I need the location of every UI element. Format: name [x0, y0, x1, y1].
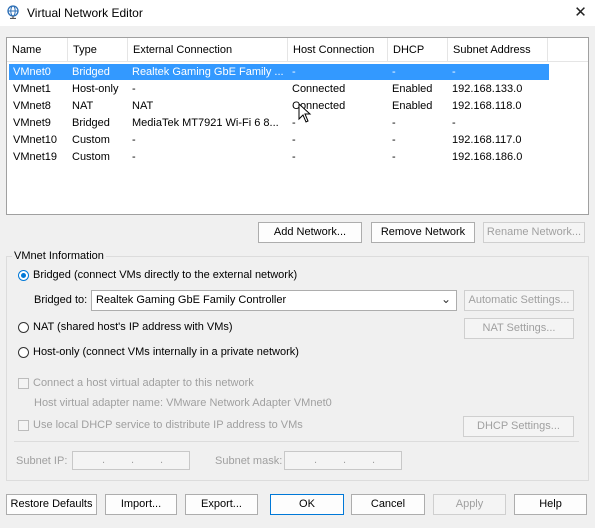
- automatic-settings-button[interactable]: Automatic Settings...: [464, 290, 574, 311]
- cell-external: Realtek Gaming GbE Family ...: [132, 66, 284, 78]
- cell-type: Custom: [72, 151, 110, 163]
- cell-type: Host-only: [72, 83, 119, 95]
- help-button[interactable]: Help: [514, 494, 587, 515]
- nat-radio[interactable]: [18, 322, 29, 333]
- ok-button[interactable]: OK: [270, 494, 344, 515]
- subnet-mask-field[interactable]: . . .: [284, 451, 402, 470]
- cell-dhcp: Enabled: [392, 100, 433, 112]
- cell-name: VMnet1: [13, 83, 51, 95]
- cell-host: -: [292, 66, 296, 78]
- cancel-button[interactable]: Cancel: [351, 494, 425, 515]
- dhcp-checkbox[interactable]: [18, 420, 29, 431]
- apply-button[interactable]: Apply: [433, 494, 506, 515]
- restore-defaults-button[interactable]: Restore Defaults: [6, 494, 97, 515]
- import-button[interactable]: Import...: [105, 494, 177, 515]
- cell-dhcp: -: [392, 134, 396, 146]
- cell-host: -: [292, 151, 296, 163]
- cell-dhcp: -: [392, 151, 396, 163]
- nat-settings-button[interactable]: NAT Settings...: [464, 318, 574, 339]
- table-row[interactable]: VMnet0 Bridged Realtek Gaming GbE Family…: [9, 64, 549, 80]
- bridged-label[interactable]: Bridged (connect VMs directly to the ext…: [33, 269, 297, 281]
- cell-subnet: 192.168.186.0: [452, 151, 523, 163]
- subnet-ip-field[interactable]: . . .: [72, 451, 190, 470]
- table-row[interactable]: VMnet10 Custom - - - 192.168.117.0: [9, 132, 549, 148]
- add-network-button[interactable]: Add Network...: [258, 222, 362, 243]
- separator: [14, 441, 579, 442]
- cell-dhcp: -: [392, 66, 396, 78]
- connect-adapter-label[interactable]: Connect a host virtual adapter to this n…: [33, 377, 254, 389]
- globe-network-icon: [7, 5, 19, 19]
- column-header-subnet[interactable]: Subnet Address: [448, 38, 548, 62]
- bridged-radio[interactable]: [18, 270, 29, 281]
- cell-external: NAT: [132, 100, 154, 112]
- group-title: VMnet Information: [12, 250, 106, 262]
- subnet-mask-label: Subnet mask:: [215, 455, 283, 467]
- cell-subnet: 192.168.133.0: [452, 83, 523, 95]
- cell-dhcp: -: [392, 117, 396, 129]
- close-button[interactable]: ✕: [566, 0, 595, 26]
- cell-name: VMnet10: [13, 134, 58, 146]
- bridged-to-select[interactable]: Realtek Gaming GbE Family Controller ⌄: [91, 290, 457, 311]
- cell-name: VMnet19: [13, 151, 58, 163]
- cell-subnet: 192.168.118.0: [452, 100, 522, 112]
- rename-network-button[interactable]: Rename Network...: [483, 222, 585, 243]
- cell-dhcp: Enabled: [392, 83, 433, 95]
- column-header-external[interactable]: External Connection: [128, 38, 288, 62]
- bridged-to-label: Bridged to:: [34, 294, 88, 306]
- column-header-host[interactable]: Host Connection: [288, 38, 388, 62]
- nat-label[interactable]: NAT (shared host's IP address with VMs): [33, 321, 233, 333]
- cell-type: Bridged: [72, 66, 110, 78]
- bridged-to-value: Realtek Gaming GbE Family Controller: [96, 294, 287, 306]
- column-header-type[interactable]: Type: [68, 38, 128, 62]
- table-row[interactable]: VMnet19 Custom - - - 192.168.186.0: [9, 149, 549, 165]
- cell-external: MediaTek MT7921 Wi-Fi 6 8...: [132, 117, 279, 129]
- table-row[interactable]: VMnet1 Host-only - Connected Enabled 192…: [9, 81, 549, 97]
- cell-type: Custom: [72, 134, 110, 146]
- table-row[interactable]: VMnet8 NAT NAT Connected Enabled 192.168…: [9, 98, 549, 114]
- dhcp-label[interactable]: Use local DHCP service to distribute IP …: [33, 419, 303, 431]
- host-only-label[interactable]: Host-only (connect VMs internally in a p…: [33, 346, 299, 358]
- list-header: Name Type External Connection Host Conne…: [7, 38, 588, 62]
- window-title: Virtual Network Editor: [27, 6, 143, 20]
- cell-type: NAT: [72, 100, 94, 112]
- subnet-ip-label: Subnet IP:: [16, 455, 68, 467]
- column-header-dhcp[interactable]: DHCP: [388, 38, 448, 62]
- cell-external: -: [132, 151, 136, 163]
- cell-type: Bridged: [72, 117, 110, 129]
- cell-subnet: -: [452, 117, 456, 129]
- table-row[interactable]: VMnet9 Bridged MediaTek MT7921 Wi-Fi 6 8…: [9, 115, 549, 131]
- network-list[interactable]: Name Type External Connection Host Conne…: [6, 37, 589, 215]
- connect-adapter-checkbox[interactable]: [18, 378, 29, 389]
- chevron-down-icon: ⌄: [440, 292, 451, 306]
- cell-name: VMnet9: [13, 117, 51, 129]
- remove-network-button[interactable]: Remove Network: [371, 222, 475, 243]
- host-only-radio[interactable]: [18, 347, 29, 358]
- column-header-name[interactable]: Name: [7, 38, 68, 62]
- cell-subnet: -: [452, 66, 456, 78]
- title-bar: Virtual Network Editor ✕: [0, 0, 595, 26]
- cell-external: -: [132, 134, 136, 146]
- cell-name: VMnet8: [13, 100, 51, 112]
- cell-host: -: [292, 134, 296, 146]
- adapter-name-label: Host virtual adapter name: VMware Networ…: [34, 397, 332, 409]
- dhcp-settings-button[interactable]: DHCP Settings...: [463, 416, 574, 437]
- cell-host: Connected: [292, 83, 346, 95]
- mouse-cursor-icon: [298, 103, 312, 123]
- cell-name: VMnet0: [13, 66, 51, 78]
- cell-external: -: [132, 83, 136, 95]
- cell-subnet: 192.168.117.0: [452, 134, 522, 146]
- export-button[interactable]: Export...: [185, 494, 258, 515]
